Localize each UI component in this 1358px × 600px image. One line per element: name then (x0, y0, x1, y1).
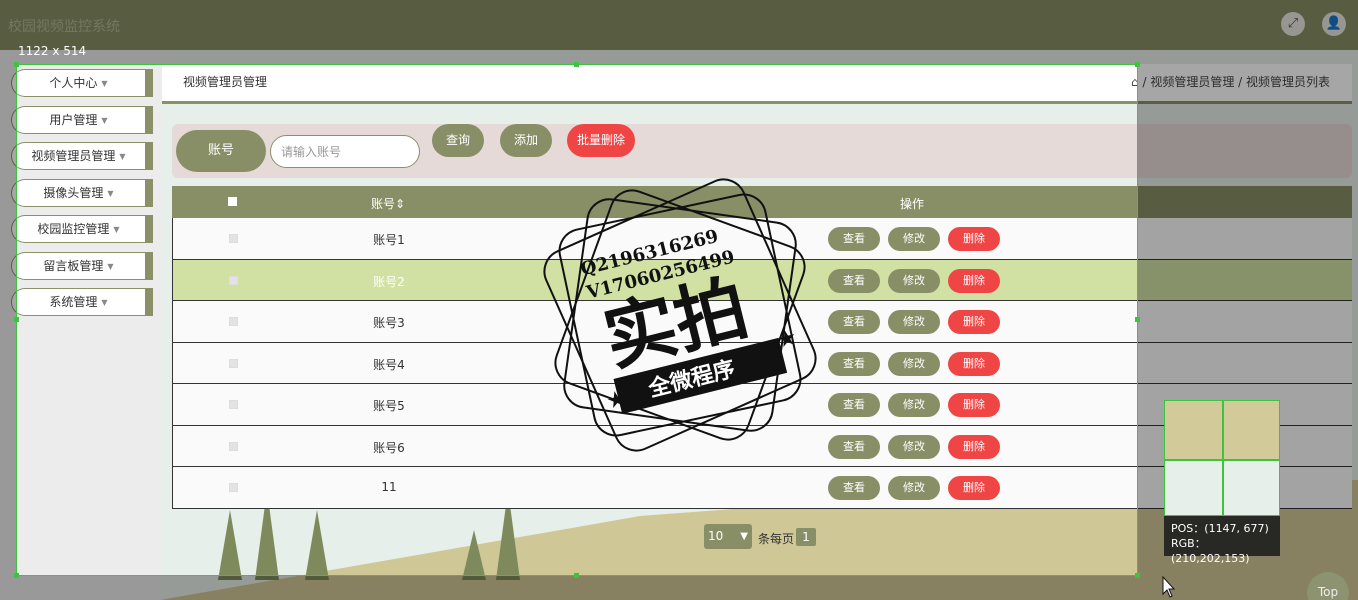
capture-size-label: 1122 x 514 (18, 44, 87, 58)
cursor-position-readout: POS：(1147, 677) (1171, 522, 1269, 535)
resize-handle[interactable] (14, 317, 19, 322)
resize-handle[interactable] (1135, 62, 1140, 67)
capture-selection-box[interactable] (16, 64, 1138, 576)
resize-handle[interactable] (14, 573, 19, 578)
mouse-cursor-icon (1162, 576, 1176, 598)
capture-info-panel: POS：(1147, 677) RGB：(210,202,153) (1164, 516, 1280, 565)
resize-handle[interactable] (574, 573, 579, 578)
resize-handle[interactable] (1135, 573, 1140, 578)
capture-dim-overlay (0, 576, 1358, 600)
resize-handle[interactable] (574, 62, 579, 67)
capture-magnifier (1164, 400, 1280, 516)
magnifier-crosshair (1165, 459, 1279, 461)
resize-handle[interactable] (14, 62, 19, 67)
cursor-rgb-readout: RGB：(210,202,153) (1171, 537, 1250, 565)
resize-handle[interactable] (1135, 317, 1140, 322)
capture-dim-overlay (0, 0, 1358, 64)
